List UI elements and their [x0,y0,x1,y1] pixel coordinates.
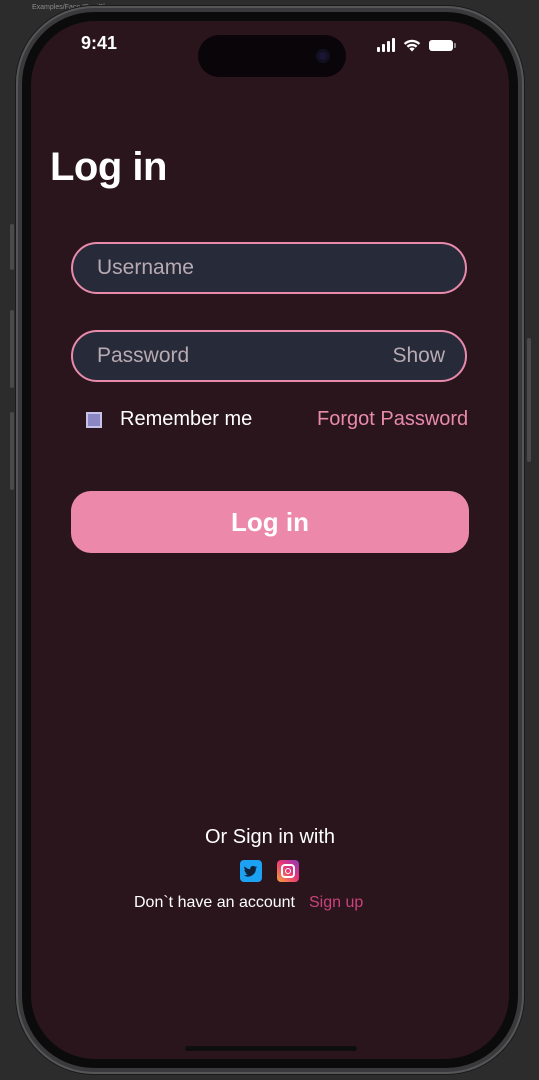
status-icons [377,38,456,52]
remember-me-checkbox[interactable] [86,411,102,428]
username-field[interactable] [71,242,467,294]
power-button [527,338,531,462]
status-time: 9:41 [81,33,118,53]
canvas: Examples/Face ID – iPhone 9:41 Log in [0,0,539,1080]
show-password-toggle[interactable]: Show [392,344,445,368]
phone-screen: 9:41 Log in Show Remember me [31,21,509,1059]
volume-down-button [10,412,14,490]
signup-link[interactable]: Sign up [309,894,363,912]
password-input[interactable] [97,344,393,368]
remember-me-row: Remember me [86,408,252,431]
cellular-signal-icon [377,38,395,52]
remember-me-label[interactable]: Remember me [120,408,252,431]
battery-icon [429,39,456,51]
camera-icon [316,49,330,63]
password-field[interactable]: Show [71,330,467,382]
login-button[interactable]: Log in [71,491,469,553]
wifi-icon [403,39,421,51]
dynamic-island [198,35,346,77]
instagram-camera-glyph [281,864,295,878]
twitter-icon[interactable] [240,860,262,882]
home-indicator[interactable] [185,1046,357,1051]
social-signin-heading: Or Sign in with [204,826,336,848]
volume-up-button [10,310,14,388]
signup-row: Don`t have an account Sign up [134,894,363,912]
action-button [10,224,14,270]
social-signin-row [240,860,299,882]
forgot-password-link[interactable]: Forgot Password [317,408,468,431]
no-account-text: Don`t have an account [134,894,295,911]
instagram-icon[interactable] [277,860,299,882]
twitter-bird-glyph [244,865,257,877]
page-title: Log in [50,145,167,189]
username-input[interactable] [97,256,445,280]
